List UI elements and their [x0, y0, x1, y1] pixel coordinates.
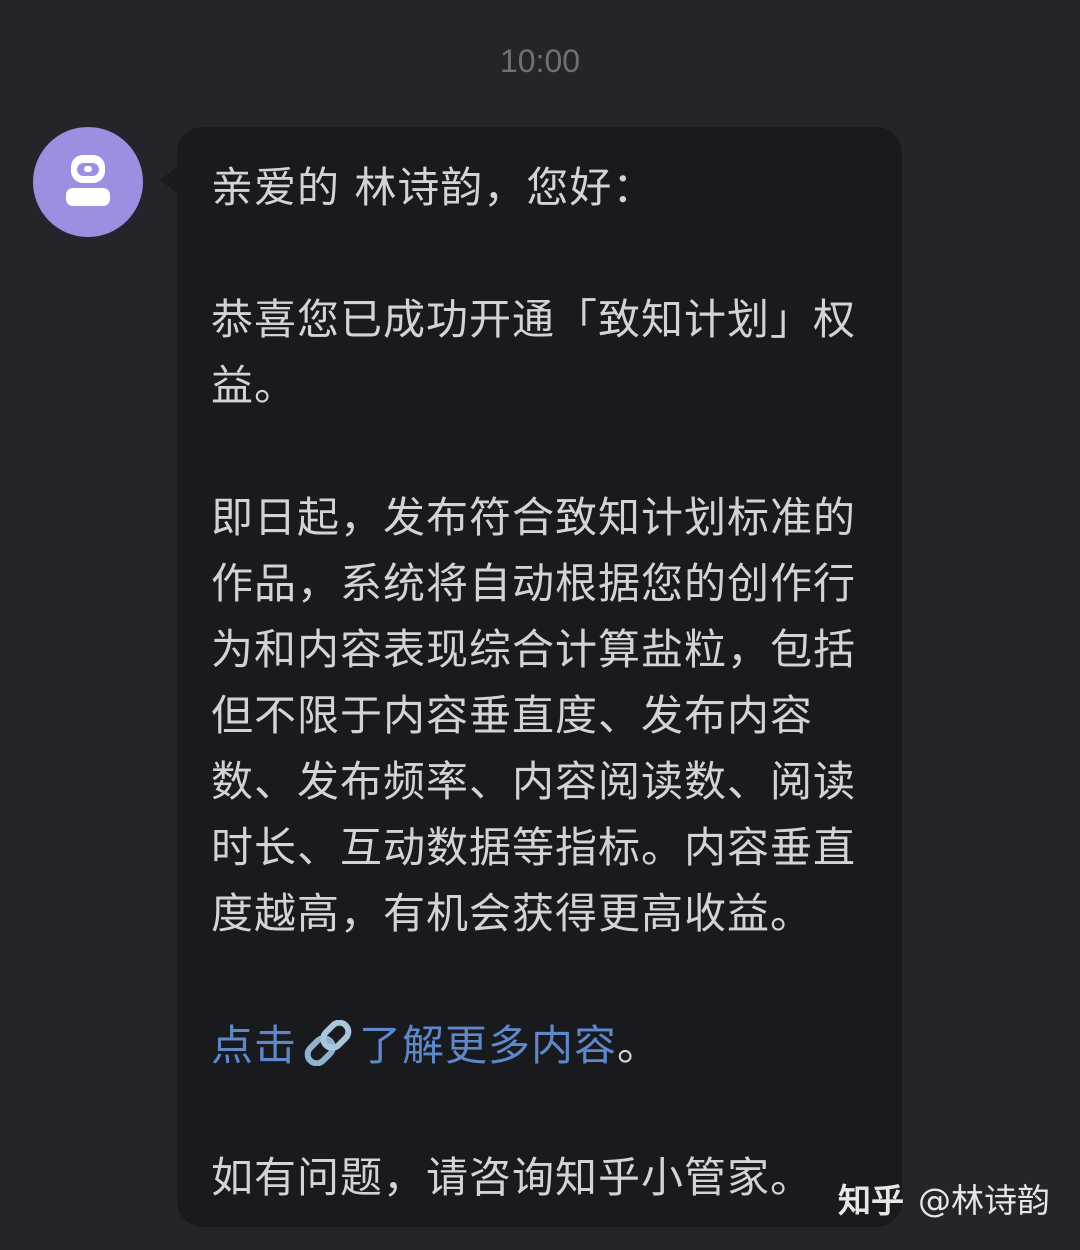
watermark-author: @林诗韵	[918, 1181, 1050, 1220]
watermark-brand: 知乎	[838, 1181, 904, 1220]
message-timestamp: 10:00	[499, 43, 581, 79]
link-icon	[304, 1020, 352, 1066]
link-text: 了解更多内容	[359, 1021, 618, 1070]
message-bubble[interactable]: 亲爱的 林诗韵，您好： 恭喜您已成功开通「致知计划」权益。 即日起，发布符合致知…	[177, 127, 902, 1227]
message-link-line: 点击 了解更多内容。	[211, 1013, 874, 1079]
message-paragraph-activation: 恭喜您已成功开通「致知计划」权益。	[211, 295, 857, 410]
user-icon	[66, 155, 110, 206]
bubble-tail	[160, 166, 178, 194]
message-greeting: 亲爱的 林诗韵，您好：	[211, 163, 656, 212]
link-prefix: 点击	[211, 1021, 298, 1070]
message-closing: 如有问题，请咨询知乎小管家。	[211, 1153, 814, 1202]
message-paragraph-details: 即日起，发布符合致知计划标准的作品，系统将自动根据您的创作行为和内容表现综合计算…	[211, 493, 857, 938]
link-suffix: 。	[617, 1021, 661, 1070]
learn-more-link[interactable]: 点击 了解更多内容	[211, 1020, 618, 1070]
sender-avatar[interactable]	[33, 127, 143, 237]
zhihu-watermark: 知乎 @林诗韵	[838, 1180, 1050, 1222]
